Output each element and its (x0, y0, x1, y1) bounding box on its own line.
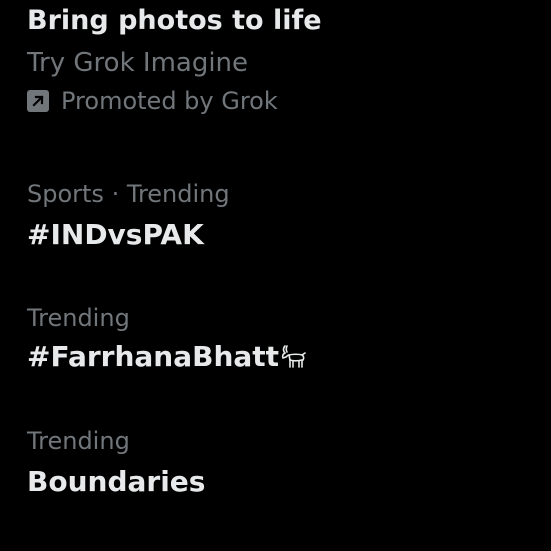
trend-name-row: #FarrhanaBhatt (27, 339, 541, 379)
trend-item[interactable]: Trending #FarrhanaBhatt (27, 303, 541, 379)
trend-item[interactable]: Trending Boundaries (27, 426, 541, 500)
promo-headline: Bring photos to life (27, 5, 322, 36)
promoted-arrow-icon (27, 90, 49, 112)
trend-name: Boundaries (27, 465, 206, 498)
trend-context: Sports · Trending (27, 180, 230, 208)
goat-icon (280, 342, 308, 379)
trend-item[interactable]: Sports · Trending #INDvsPAK (27, 179, 541, 253)
trend-name: #FarrhanaBhatt (27, 340, 280, 373)
trend-context: Trending (27, 427, 130, 455)
promo-tagline: Try Grok Imagine (27, 48, 249, 78)
promoted-trend[interactable]: Bring photos to life Try Grok Imagine Pr… (27, 4, 541, 116)
promoted-label: Promoted by Grok (61, 87, 278, 115)
trend-name: #INDvsPAK (27, 218, 204, 251)
promoted-by[interactable]: Promoted by Grok (27, 86, 541, 116)
trend-context: Trending (27, 304, 130, 332)
